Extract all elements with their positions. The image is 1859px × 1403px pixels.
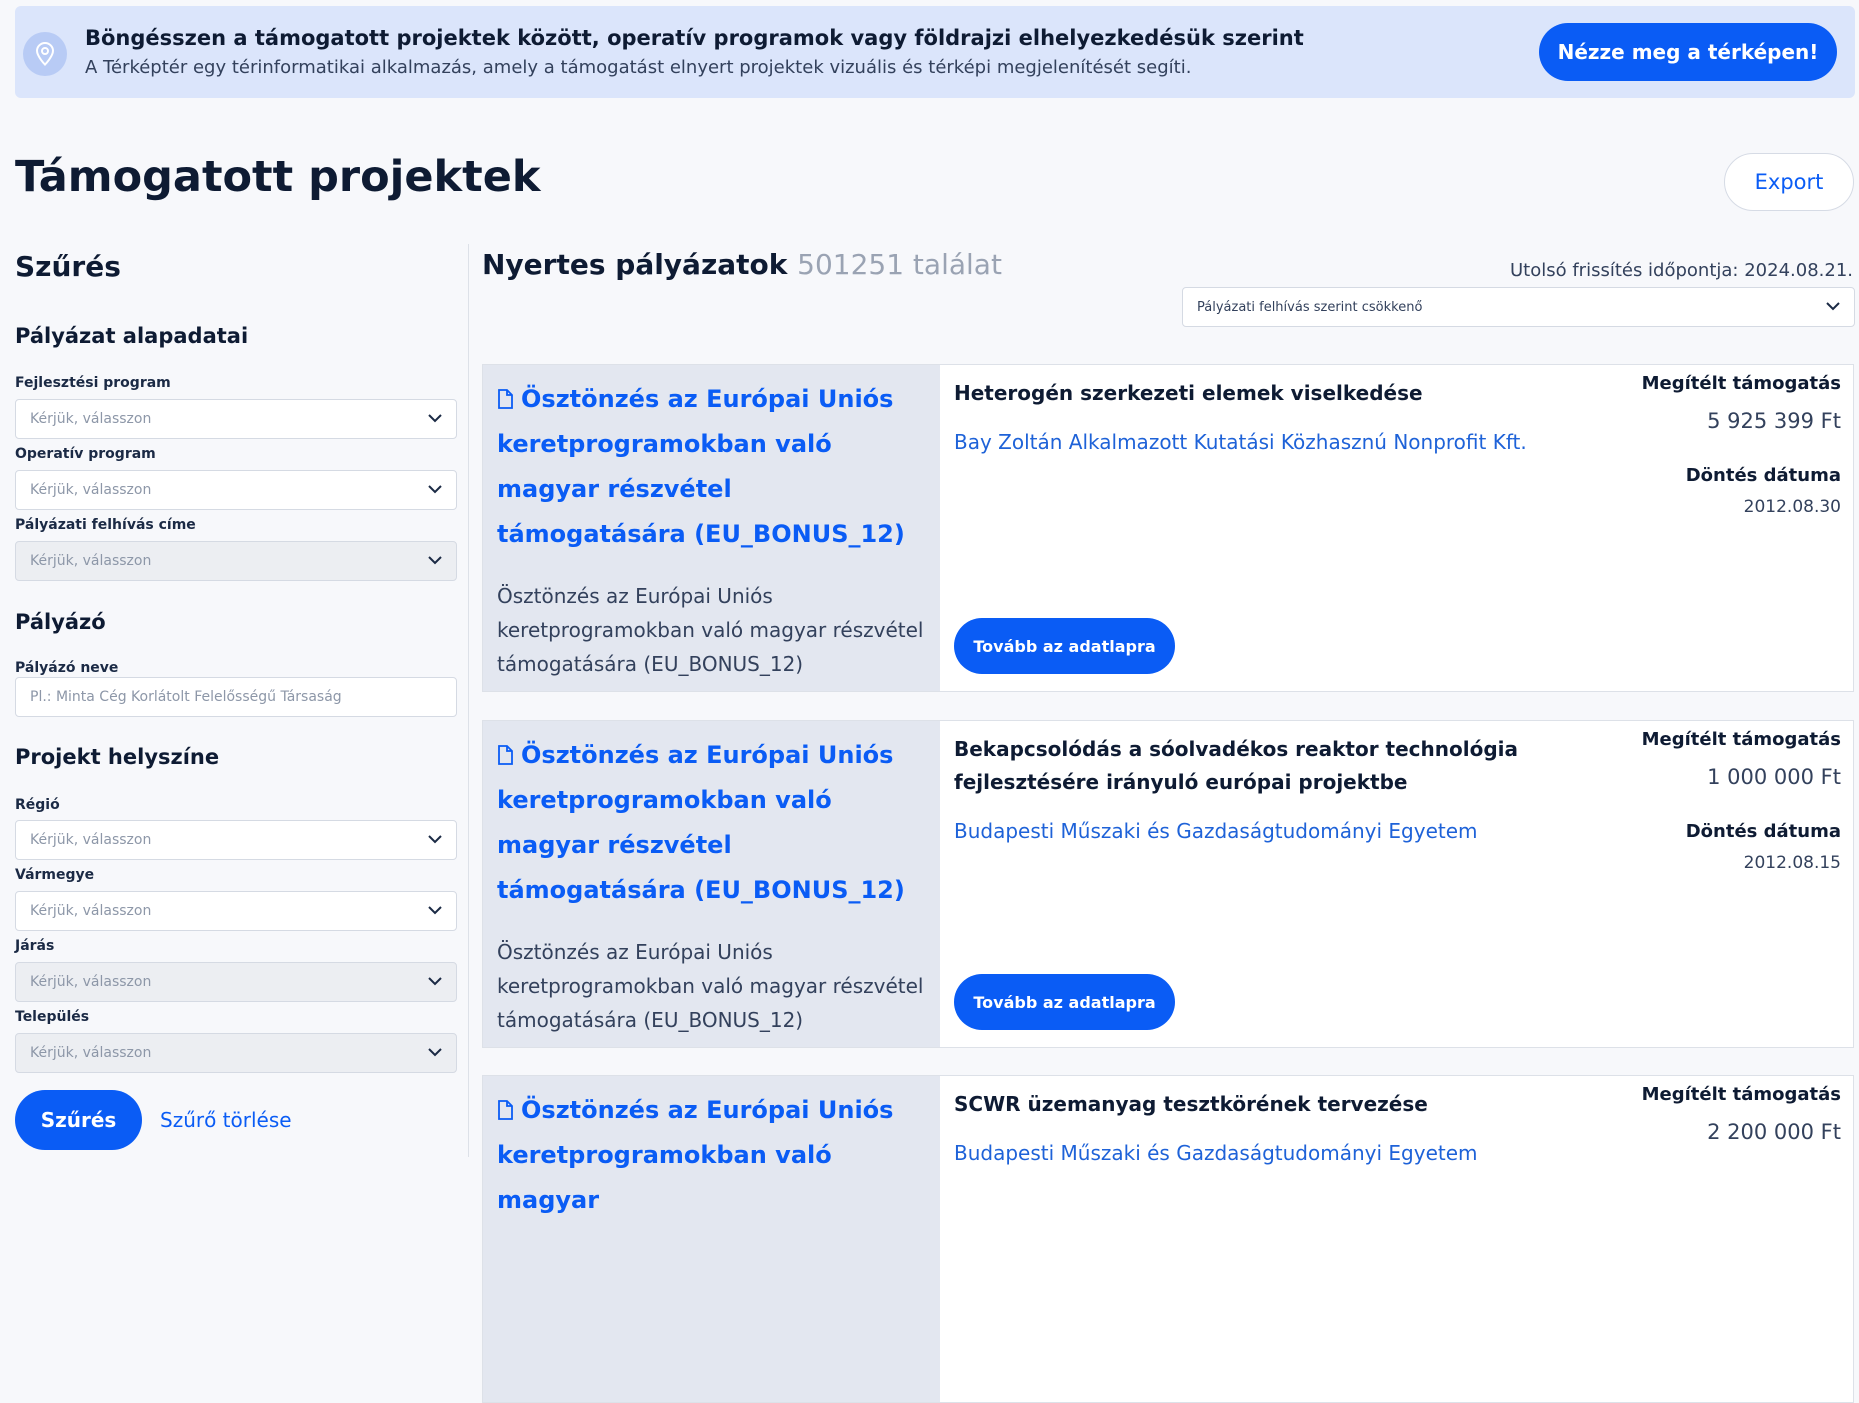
card-call-panel: Ösztönzés az Európai Uniós keretprogramo… [483, 365, 940, 691]
awarded-label: Megítélt támogatás [1641, 729, 1841, 750]
decision-date-label: Döntés dátuma [1685, 821, 1841, 842]
card-call-text: Ösztönzés az Európai Uniós keretprogramo… [497, 385, 905, 548]
chevron-down-icon [428, 835, 442, 844]
op-program-value: Kérjük, válasszon [30, 482, 152, 498]
call-title-value: Kérjük, válasszon [30, 553, 152, 569]
project-card: Ösztönzés az Európai Uniós keretprogramo… [482, 720, 1854, 1048]
basic-data-section-title: Pályázat alapadatai [15, 324, 249, 348]
results-title: Nyertes pályázatok 501251 találat [482, 248, 1002, 281]
applicant-section-title: Pályázó [15, 610, 106, 634]
document-icon [498, 389, 513, 409]
op-program-label: Operatív program [15, 446, 156, 462]
card-call-text: Ösztönzés az Európai Uniós keretprogramo… [497, 1096, 894, 1214]
last-update: Utolsó frissítés időpontja: 2024.08.21. [1509, 260, 1853, 281]
banner-subtitle: A Térképtér egy térinformatikai alkalmaz… [85, 57, 1192, 78]
chevron-down-icon [1826, 302, 1840, 311]
card-call-description: Ösztönzés az Európai Uniós keretprogramo… [497, 584, 924, 676]
card-organization-link[interactable]: Bay Zoltán Alkalmazott Kutatási Közhaszn… [954, 430, 1527, 454]
region-label: Régió [15, 797, 60, 813]
dev-program-select[interactable]: Kérjük, válasszon [15, 399, 457, 439]
region-select[interactable]: Kérjük, válasszon [15, 820, 457, 860]
location-pin-icon [23, 32, 67, 76]
op-program-select[interactable]: Kérjük, válasszon [15, 470, 457, 510]
call-title-label: Pályázati felhívás címe [15, 517, 196, 533]
clear-filter-link[interactable]: Szűrő törlése [160, 1108, 292, 1132]
applicant-name-label: Pályázó neve [15, 660, 119, 676]
filter-button[interactable]: Szűrés [15, 1090, 142, 1150]
card-call-link[interactable]: Ösztönzés az Európai Uniós keretprogramo… [497, 733, 927, 913]
chevron-down-icon [428, 556, 442, 565]
card-project-title: SCWR üzemanyag tesztkörének tervezése [954, 1092, 1428, 1116]
info-banner: Böngésszen a támogatott projektek között… [15, 6, 1855, 98]
decision-date-label: Döntés dátuma [1685, 465, 1841, 486]
district-select[interactable]: Kérjük, válasszon [15, 962, 457, 1002]
column-divider [468, 244, 469, 1157]
results-title-text: Nyertes pályázatok [482, 248, 788, 281]
card-organization-link[interactable]: Budapesti Műszaki és Gazdaságtudományi E… [954, 1141, 1478, 1165]
chevron-down-icon [428, 485, 442, 494]
awarded-amount: 5 925 399 Ft [1707, 409, 1841, 433]
view-map-button[interactable]: Nézze meg a térképen! [1539, 23, 1837, 81]
card-call-panel: Ösztönzés az Európai Uniós keretprogramo… [483, 1076, 940, 1402]
county-label: Vármegye [15, 867, 95, 883]
chevron-down-icon [428, 906, 442, 915]
details-button[interactable]: Tovább az adatlapra [954, 974, 1175, 1030]
awarded-amount: 1 000 000 Ft [1707, 765, 1841, 789]
applicant-name-input[interactable] [15, 677, 457, 717]
card-organization-link[interactable]: Budapesti Műszaki és Gazdaságtudományi E… [954, 819, 1478, 843]
page-title: Támogatott projektek [15, 152, 541, 202]
awarded-label: Megítélt támogatás [1641, 373, 1841, 394]
card-project-title: Heterogén szerkezeti elemek viselkedése [954, 381, 1423, 405]
district-label: Járás [15, 938, 55, 954]
sort-value: Pályázati felhívás szerint csökkenő [1197, 299, 1423, 315]
awarded-label: Megítélt támogatás [1641, 1084, 1841, 1105]
banner-title: Böngésszen a támogatott projektek között… [85, 26, 1304, 50]
card-project-title: Bekapcsolódás a sóolvadékos reaktor tech… [954, 737, 1518, 794]
region-value: Kérjük, válasszon [30, 832, 152, 848]
project-card: Ösztönzés az Európai Uniós keretprogramo… [482, 364, 1854, 692]
card-call-text: Ösztönzés az Európai Uniós keretprogramo… [497, 741, 905, 904]
call-title-select[interactable]: Kérjük, válasszon [15, 541, 457, 581]
settlement-select[interactable]: Kérjük, válasszon [15, 1033, 457, 1073]
results-count: 501251 találat [797, 248, 1002, 281]
document-icon [498, 1100, 513, 1120]
document-icon [498, 745, 513, 765]
settlement-label: Település [15, 1009, 90, 1025]
dev-program-value: Kérjük, válasszon [30, 411, 152, 427]
export-button[interactable]: Export [1724, 153, 1854, 211]
card-call-description: Ösztönzés az Európai Uniós keretprogramo… [497, 940, 924, 1032]
project-card: Ösztönzés az Európai Uniós keretprogramo… [482, 1075, 1854, 1403]
chevron-down-icon [428, 977, 442, 986]
decision-date-value: 2012.08.30 [1743, 497, 1841, 517]
decision-date-value: 2012.08.15 [1743, 853, 1841, 873]
location-section-title: Projekt helyszíne [15, 745, 220, 769]
chevron-down-icon [428, 1048, 442, 1057]
card-call-panel: Ösztönzés az Európai Uniós keretprogramo… [483, 721, 940, 1047]
chevron-down-icon [428, 414, 442, 423]
sort-select[interactable]: Pályázati felhívás szerint csökkenő [1182, 287, 1855, 327]
settlement-value: Kérjük, válasszon [30, 1045, 152, 1061]
card-call-link[interactable]: Ösztönzés az Európai Uniós keretprogramo… [497, 1088, 927, 1223]
card-call-link[interactable]: Ösztönzés az Európai Uniós keretprogramo… [497, 377, 927, 557]
dev-program-label: Fejlesztési program [15, 375, 171, 391]
awarded-amount: 2 200 000 Ft [1707, 1120, 1841, 1144]
district-value: Kérjük, válasszon [30, 974, 152, 990]
county-select[interactable]: Kérjük, válasszon [15, 891, 457, 931]
filter-heading: Szűrés [15, 250, 121, 283]
details-button[interactable]: Tovább az adatlapra [954, 618, 1175, 674]
county-value: Kérjük, válasszon [30, 903, 152, 919]
